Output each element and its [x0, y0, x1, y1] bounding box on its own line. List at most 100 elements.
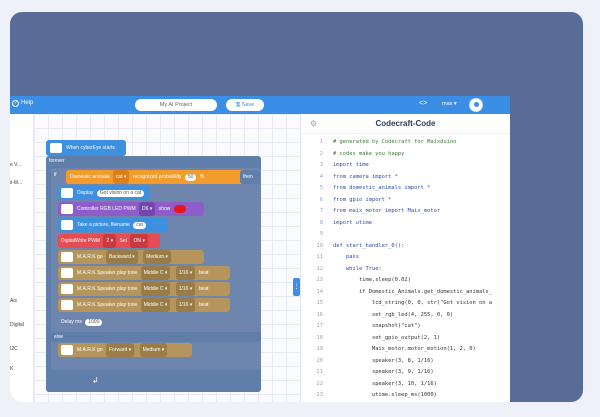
sidebar-item[interactable]: Ais	[10, 298, 17, 304]
mark-icon	[61, 344, 73, 355]
code-toggle-icon[interactable]: <>	[419, 100, 427, 107]
sidebar-item[interactable]: K	[10, 366, 13, 372]
display-text-input[interactable]: Got vision on a cat	[96, 190, 145, 197]
panel-resize-handle[interactable]: ⋮	[293, 278, 300, 296]
beat-dropdown[interactable]: 1/16 ▾	[175, 298, 196, 312]
code-line: 11 pass	[301, 252, 511, 264]
display-icon	[61, 187, 73, 198]
code-text: from camera import *	[333, 173, 398, 180]
code-line: 7 from maix_motor import Maix_motor	[301, 206, 511, 218]
pin-value-dropdown[interactable]: 2 ▾	[103, 234, 117, 248]
code-line: 20 speaker(3, 8, 1/16)	[301, 356, 511, 368]
color-swatch[interactable]	[173, 204, 186, 213]
take-picture-block[interactable]: Take a picture, filename cat	[58, 218, 168, 232]
line-number: 3	[319, 162, 323, 168]
code-text: while True:	[333, 265, 382, 272]
line-number: 17	[316, 323, 324, 329]
delay-block[interactable]: Delay ms 1000	[58, 315, 108, 329]
delay-input[interactable]: 1000	[85, 319, 103, 326]
when-start-block[interactable]: When cyberEye starts	[46, 140, 126, 156]
code-text: from gpio import *	[333, 196, 392, 203]
code-text: time.sleep(0.02)	[333, 277, 411, 283]
probability-input[interactable]: 50	[184, 174, 197, 181]
project-name-input[interactable]: My AI Project	[135, 99, 217, 111]
help-label: Help	[21, 100, 34, 106]
note-dropdown[interactable]: Middle C ▾	[140, 298, 171, 312]
beat-dropdown[interactable]: 1/16 ▾	[175, 282, 196, 296]
code-text: if Domestic_Animals.get_domestic_animals…	[333, 288, 493, 295]
avatar[interactable]	[469, 98, 483, 112]
animal-dropdown[interactable]: cat ▾	[112, 170, 130, 184]
category-sidebar: e V... ii-M... Ais Digital I2C K	[10, 114, 34, 402]
sidebar-item[interactable]: ii-M...	[10, 180, 22, 186]
code-text: set_gpio_output(2, 1)	[333, 334, 441, 341]
language-select[interactable]: mas ▾	[442, 101, 457, 107]
rgb-led-block[interactable]: Controller RGB LED PWM D6 ▾ show	[58, 202, 204, 216]
help-icon: ?	[12, 100, 19, 107]
code-text: # generated by Codecraft for Maixduino	[333, 139, 457, 145]
forever-label: forever	[49, 158, 65, 164]
code-text: speaker(3, 8, 1/16)	[333, 357, 434, 364]
speaker-tone-block[interactable]: M.A.R.K Speaker play tone Middle C ▾ 1/1…	[58, 282, 230, 296]
line-number: 2	[319, 150, 323, 157]
block-workspace[interactable]: When cyberEye starts forever if Domestic…	[34, 114, 300, 402]
note-dropdown[interactable]: Middle C ▾	[140, 282, 171, 296]
speaker-tone-block[interactable]: M.A.R.K Speaker play tone Middle C ▾ 1/1…	[58, 298, 230, 312]
save-button[interactable]: 🖫 Save	[226, 99, 264, 111]
line-number: 10	[316, 242, 324, 249]
pin-dropdown[interactable]: D6 ▾	[139, 202, 156, 216]
if-label: if	[54, 172, 57, 178]
led-icon	[61, 203, 73, 214]
code-lines[interactable]: 1 # generated by Codecraft for Maixduino 2…	[301, 137, 511, 402]
code-text: speaker(3, 10, 1/16)	[333, 380, 437, 387]
onoff-dropdown[interactable]: ON ▾	[130, 234, 148, 248]
code-panel: ⚙ Codecraft-Code 1 # generated by Codecra…	[300, 114, 510, 402]
direction-dropdown[interactable]: Backward ▾	[105, 250, 138, 264]
code-line: 15 lcd_string(0, 0, str("Got vision on a	[301, 298, 511, 310]
code-line: 9	[301, 229, 511, 241]
note-dropdown[interactable]: Middle C ▾	[140, 266, 171, 280]
line-number: 1	[319, 139, 323, 145]
mark-go-block[interactable]: M.A.R.K go Forward ▾ Medium ▾	[58, 343, 192, 357]
top-bar: ? Help My AI Project 🖫 Save <> mas ▾	[10, 96, 510, 114]
code-text: snapshot("cat")	[333, 323, 421, 329]
mark-go-block[interactable]: M.A.R.K go Backward ▾ Medium ▾	[58, 250, 204, 264]
else-label: else	[51, 332, 261, 342]
code-line: 22 speaker(3, 10, 1/16)	[301, 379, 511, 391]
sidebar-item[interactable]: Digital	[10, 322, 24, 328]
line-number: 7	[319, 208, 323, 214]
domestic-animals-block[interactable]: Domestic animals cat ▾ recognized probab…	[66, 170, 258, 184]
code-text: from domestic_animals import *	[333, 185, 431, 191]
code-text: utime.sleep_ms(1000)	[333, 392, 437, 398]
code-line: 5 from domestic_animals import *	[301, 183, 511, 195]
line-number: 20	[316, 357, 324, 364]
code-line: 2 # codes make you happy	[301, 149, 511, 161]
beat-dropdown[interactable]: 1/16 ▾	[175, 266, 196, 280]
mark-icon	[61, 251, 73, 262]
line-number: 19	[316, 346, 324, 352]
code-text: from maix_motor import Maix_motor	[333, 208, 441, 214]
speaker-tone-block[interactable]: M.A.R.K Speaker play tone Middle C ▾ 1/1…	[58, 266, 230, 280]
gear-icon[interactable]: ⚙	[310, 114, 317, 134]
code-line: 19 Maix_motor.motor_motion(1, 2, 0)	[301, 344, 511, 356]
display-block[interactable]: Display Got vision on a cat	[58, 186, 150, 200]
speed-dropdown[interactable]: Medium ▾	[139, 343, 168, 357]
direction-dropdown[interactable]: Forward ▾	[105, 343, 135, 357]
sidebar-item[interactable]: I2C	[10, 346, 18, 352]
line-number: 21	[316, 369, 324, 375]
filename-input[interactable]: cat	[133, 222, 146, 229]
digitalwrite-block[interactable]: DigitalWrite PWM 2 ▾ Set ON ▾	[58, 234, 160, 248]
speed-dropdown[interactable]: Medium ▾	[143, 250, 171, 264]
code-line: 14 if Domestic_Animals.get_domestic_anim…	[301, 287, 511, 299]
speaker-icon	[61, 299, 73, 310]
code-line: 13 time.sleep(0.02)	[301, 275, 511, 287]
code-text: speaker(3, 9, 1/16)	[333, 369, 434, 375]
sidebar-item[interactable]: e V...	[10, 162, 21, 168]
code-text: import utime	[333, 219, 372, 226]
line-number: 11	[316, 254, 324, 260]
help-button[interactable]: ? Help	[12, 100, 33, 107]
code-panel-header: ⚙ Codecraft-Code	[301, 114, 510, 134]
line-number: 4	[319, 173, 323, 180]
code-text: pass	[333, 254, 359, 260]
code-text: set_rgb_led(4, 255, 0, 0)	[333, 311, 454, 318]
